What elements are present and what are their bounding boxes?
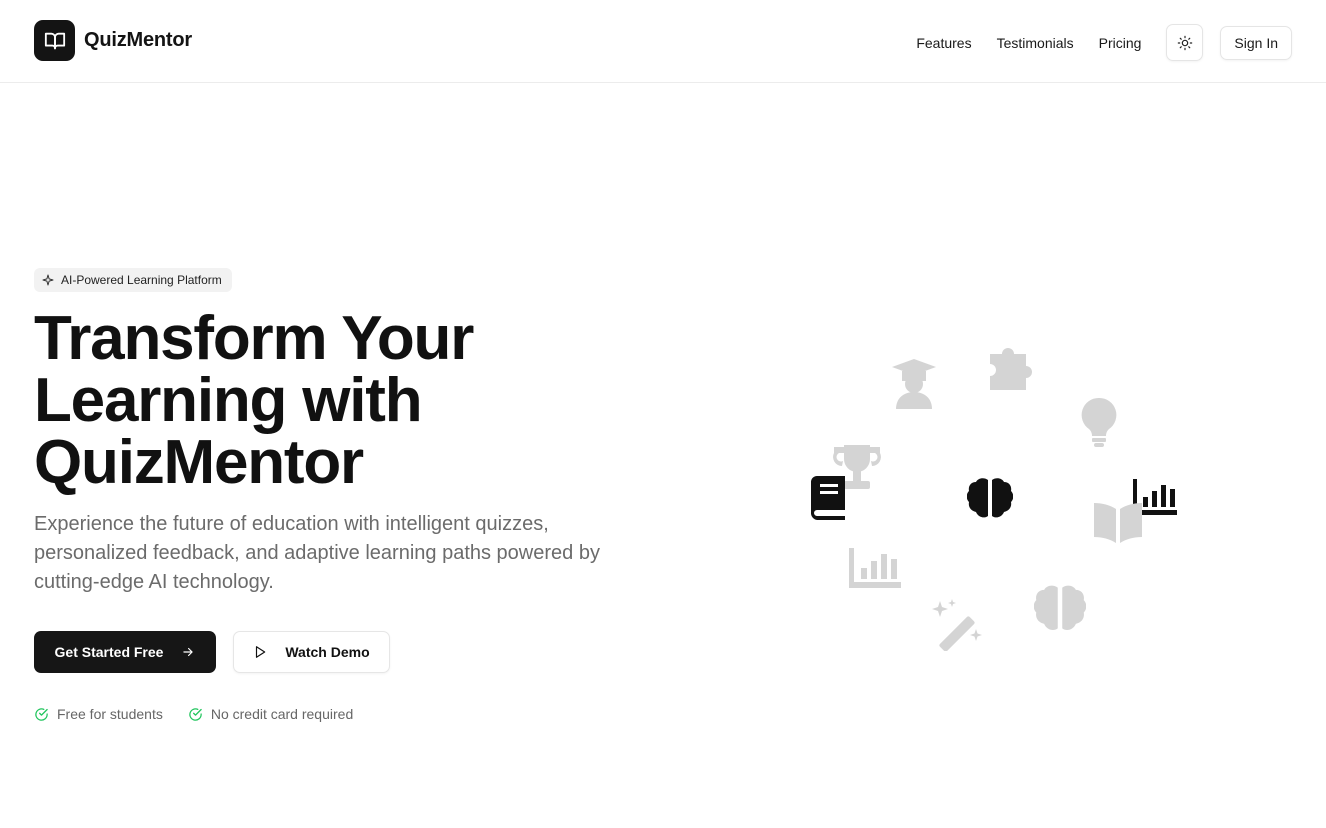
brain-icon	[1034, 584, 1086, 632]
watch-demo-label: Watch Demo	[285, 644, 370, 660]
sign-in-button[interactable]: Sign In	[1220, 25, 1292, 60]
benefits-list: Free for students No credit card require…	[34, 706, 378, 722]
sun-icon	[1177, 35, 1193, 50]
get-started-label: Get Started Free	[54, 644, 164, 660]
lightbulb-icon	[1080, 396, 1118, 448]
brand-logo[interactable]: QuizMentor	[34, 20, 192, 61]
get-started-button[interactable]: Get Started Free	[34, 631, 216, 673]
hero-title-line-2: Learning with	[34, 366, 423, 435]
sparkle-icon	[42, 274, 54, 286]
check-circle-icon	[35, 707, 48, 721]
brand-name: QuizMentor	[84, 29, 192, 51]
benefit-item: No credit card required	[188, 706, 353, 722]
main-nav: Features Testimonials Pricing Sign In	[916, 24, 1292, 61]
theme-toggle-button[interactable]	[1166, 24, 1204, 61]
hero-subtitle: Experience the future of education with …	[34, 513, 600, 593]
nav-features-link[interactable]: Features	[916, 26, 971, 60]
benefit-label: Free for students	[57, 706, 163, 722]
feature-badge: AI-Powered Learning Platform	[34, 268, 232, 292]
benefit-item: Free for students	[34, 706, 163, 722]
nav-testimonials-link[interactable]: Testimonials	[997, 26, 1074, 60]
badge-label: AI-Powered Learning Platform	[61, 273, 222, 287]
watch-demo-button[interactable]: Watch Demo	[233, 631, 390, 673]
open-book-icon	[34, 20, 75, 61]
site-header: QuizMentor Features Testimonials Pricing…	[0, 0, 1326, 83]
bar-chart-icon	[849, 548, 901, 588]
open-book-icon	[1092, 501, 1144, 543]
play-icon	[253, 645, 267, 659]
graduation-cap-icon	[890, 357, 938, 409]
nav-pricing-link[interactable]: Pricing	[1099, 26, 1142, 60]
book-icon	[807, 476, 847, 520]
hero-title-line-1: Transform Your	[34, 304, 474, 373]
puzzle-icon	[988, 342, 1042, 390]
hero-title: Transform Your Learning with QuizMentor	[34, 308, 674, 494]
arrow-right-icon	[181, 645, 195, 659]
hero-title-line-3: QuizMentor	[34, 428, 364, 497]
brain-icon	[967, 477, 1013, 519]
magic-wand-icon	[932, 599, 984, 651]
check-circle-icon	[189, 707, 202, 721]
benefit-label: No credit card required	[210, 706, 354, 722]
